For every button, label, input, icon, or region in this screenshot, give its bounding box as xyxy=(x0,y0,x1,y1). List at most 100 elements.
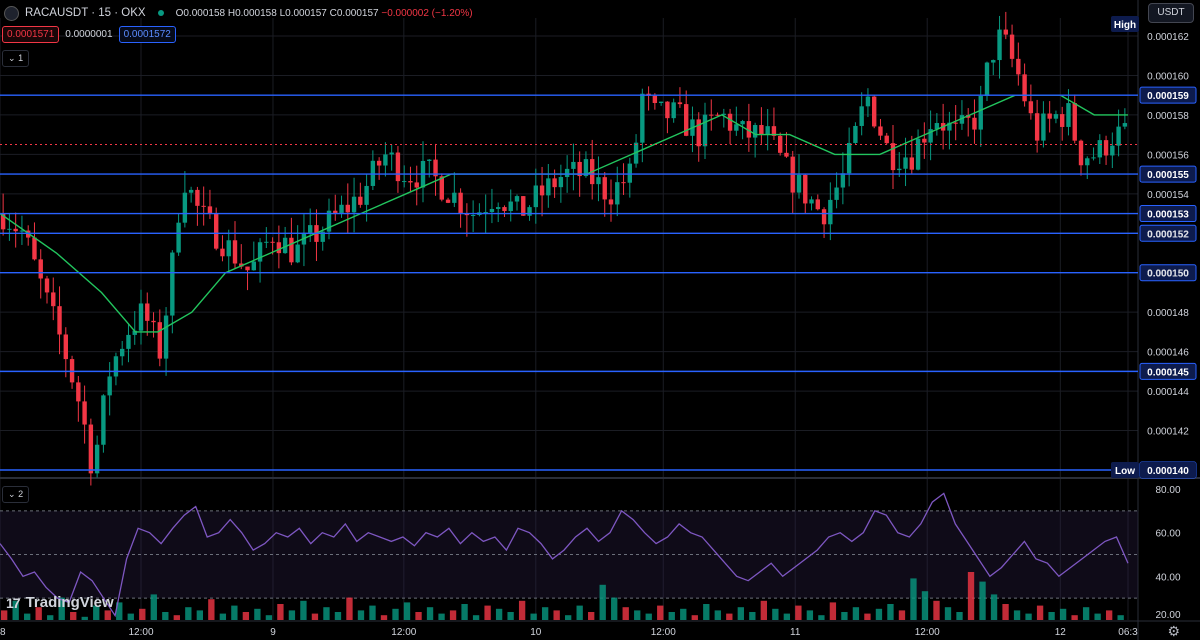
candle-body xyxy=(865,96,871,107)
candle-body xyxy=(853,125,858,143)
candle-body xyxy=(57,306,62,335)
candle-body xyxy=(1022,74,1027,102)
sell-price-button[interactable]: 0.0001571 xyxy=(2,26,60,43)
time-tick-label: 12:00 xyxy=(391,627,416,638)
volume-bar xyxy=(173,615,180,620)
volume-bar xyxy=(334,612,342,620)
candle-body xyxy=(452,192,457,203)
volume-bar xyxy=(1048,612,1055,620)
volume-bar xyxy=(196,610,204,620)
candle-body xyxy=(182,192,188,223)
candle-body xyxy=(809,199,814,204)
candle-body xyxy=(564,168,570,178)
volume-bar xyxy=(967,572,975,620)
price-tick-label: 0.000152 xyxy=(1147,229,1189,240)
candle-body xyxy=(658,101,664,103)
volume-bar xyxy=(104,610,111,620)
main-pane-label: 1 xyxy=(18,53,24,63)
candle-body xyxy=(32,237,37,260)
candle-body xyxy=(94,444,100,474)
candle-body xyxy=(991,60,996,63)
candle-body xyxy=(458,192,463,214)
rsi-tick-label: 80.00 xyxy=(1155,485,1180,496)
gear-icon[interactable]: ⚙ xyxy=(1167,623,1180,640)
volume-bar xyxy=(1117,615,1124,620)
candle-body xyxy=(765,126,770,135)
candle-body xyxy=(840,173,846,188)
chart-canvas[interactable]: 0.000159 0.000155 0.000153 0.000152 0.000150… xyxy=(0,0,1200,640)
volume-bar xyxy=(346,597,353,620)
price-tick-label: 0.000156 xyxy=(1147,150,1189,161)
volume-bar xyxy=(760,600,768,620)
candle-body xyxy=(188,189,194,193)
candle-body xyxy=(157,322,162,359)
candle-body xyxy=(796,174,802,193)
candle-body xyxy=(1072,103,1077,141)
candle-body xyxy=(872,96,877,127)
price-tick-label: 0.000144 xyxy=(1147,387,1189,398)
symbol-title[interactable]: RACAUSDT · 15 · OKX xyxy=(25,7,146,19)
volume-bar xyxy=(472,615,480,620)
volume-bar xyxy=(990,594,998,620)
candle-body xyxy=(207,206,213,213)
candle-body xyxy=(734,124,739,131)
candle-body xyxy=(88,424,94,474)
chevron-down-icon: ⌄ xyxy=(8,489,16,499)
volume-bar xyxy=(829,602,837,620)
volume-bar xyxy=(657,605,664,620)
candle-body xyxy=(740,121,745,125)
currency-button[interactable]: USDT xyxy=(1148,3,1194,23)
rsi-pane-toggle[interactable]: ⌄ 2 xyxy=(2,486,30,503)
main-pane-toggle[interactable]: ⌄ 1 xyxy=(2,50,30,67)
volume-bar xyxy=(311,613,319,620)
price-tick-label: 0.000146 xyxy=(1147,348,1189,359)
candle-body xyxy=(370,160,376,186)
volume-bar xyxy=(139,608,146,620)
volume-bar xyxy=(565,615,572,620)
price-tick-label: 0.000158 xyxy=(1147,111,1189,122)
rsi-tick-label: 40.00 xyxy=(1155,572,1180,583)
candle-body xyxy=(608,199,614,205)
buy-price-button[interactable]: 0.0001572 xyxy=(118,26,176,43)
candle-body xyxy=(665,101,670,119)
rsi-tick-label: 60.00 xyxy=(1155,529,1180,540)
time-tick-label: 06:3 xyxy=(1118,627,1138,638)
close-value: C0.000157 xyxy=(329,7,379,19)
change-value: −0.000002 (−1.20%) xyxy=(381,7,473,19)
high-label: High xyxy=(1114,20,1136,31)
volume-bar xyxy=(887,604,894,620)
candle-body xyxy=(539,185,545,196)
volume-bar xyxy=(1036,605,1044,620)
candle-body xyxy=(1034,113,1040,141)
candle-body xyxy=(289,237,294,263)
rsi-tick-label: 20.00 xyxy=(1155,610,1180,621)
volume-bar xyxy=(277,604,284,620)
volume-bar xyxy=(242,612,250,620)
volume-bar xyxy=(185,607,192,620)
candle-body xyxy=(759,125,764,135)
candle-body xyxy=(1060,114,1065,127)
candle-body xyxy=(903,157,908,169)
candle-body xyxy=(1085,158,1090,166)
volume-bar xyxy=(530,613,537,620)
volume-bar xyxy=(818,615,825,620)
candle-body xyxy=(677,102,683,105)
candle-body xyxy=(727,113,733,131)
candle-body xyxy=(909,157,914,170)
volume-bar xyxy=(703,604,710,620)
candle-body xyxy=(38,259,43,279)
volume-bar xyxy=(737,607,744,620)
candle-body xyxy=(113,356,119,377)
volume-bar xyxy=(749,612,756,620)
price-tick-label: 0.000150 xyxy=(1147,269,1189,280)
market-status-icon xyxy=(157,10,164,16)
volume-bar xyxy=(1059,608,1067,620)
volume-bar xyxy=(576,605,583,620)
candle-body xyxy=(402,181,407,183)
time-tick-label: 12:00 xyxy=(651,627,676,638)
candle-body xyxy=(126,334,131,349)
candle-body xyxy=(120,348,125,357)
price-tick-label: 0.000148 xyxy=(1147,308,1189,319)
brand-name: TradingView xyxy=(25,594,114,611)
low-price-label: 0.000140 xyxy=(1147,466,1189,477)
